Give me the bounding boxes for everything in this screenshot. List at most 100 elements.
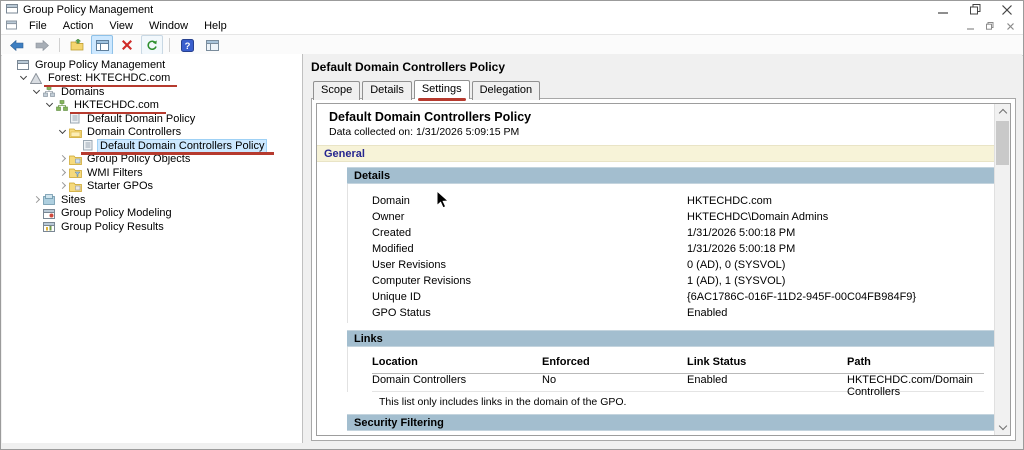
detail-label: GPO Status: [372, 307, 431, 319]
expander-open-icon[interactable]: [19, 73, 29, 83]
tree-item-label[interactable]: Group Policy Objects: [84, 153, 193, 165]
section-details[interactable]: Details: [347, 167, 994, 184]
detail-label: User Revisions: [372, 259, 446, 271]
export-list-icon[interactable]: [66, 35, 88, 55]
links-header: Link Status: [687, 356, 747, 368]
tree-row: Group Policy Management: [2, 58, 302, 72]
detail-label: Domain: [372, 195, 410, 207]
detail-value: HKTECHDC\Domain Admins: [687, 211, 829, 223]
folder-starter-icon: [68, 180, 82, 192]
console-child-icon: [6, 20, 17, 33]
section-general[interactable]: General: [317, 145, 994, 162]
tree-item-label[interactable]: Domain Controllers: [84, 126, 184, 138]
links-cell: Enabled: [687, 374, 728, 386]
menu-action[interactable]: Action: [55, 19, 102, 33]
menu-bar: File Action View Window Help: [1, 18, 1023, 35]
tree-item-label[interactable]: Sites: [58, 194, 88, 206]
section-security-filtering[interactable]: Security Filtering: [347, 414, 994, 431]
report-body: Default Domain Controllers Policy Data c…: [317, 104, 994, 435]
show-console-tree-icon[interactable]: [91, 35, 113, 55]
tree-row: Forest: HKTECHDC.com: [2, 72, 302, 88]
scroll-down-icon[interactable]: [995, 420, 1010, 435]
tree-row: WMI Filters: [2, 166, 302, 180]
expander-open-icon[interactable]: [32, 87, 42, 97]
close-button[interactable]: [991, 1, 1023, 18]
detail-row: GPO Status Enabled: [372, 307, 994, 323]
detail-label: Owner: [372, 211, 405, 223]
links-header: Enforced: [542, 356, 590, 368]
delete-icon[interactable]: [116, 35, 138, 55]
detail-label: Unique ID: [372, 291, 421, 303]
detail-value: HKTECHDC.com: [687, 195, 772, 207]
tab-scope[interactable]: Scope: [313, 81, 361, 100]
tree-row: HKTECHDC.com: [2, 99, 302, 115]
detail-row: Domain HKTECHDC.com: [372, 195, 994, 211]
tree-item-label[interactable]: Default Domain Controllers Policy: [80, 138, 275, 155]
menu-window[interactable]: Window: [141, 19, 196, 33]
child-restore-button[interactable]: [983, 20, 997, 32]
title-bar: Group Policy Management: [1, 1, 1023, 18]
tab-details[interactable]: Details: [362, 81, 412, 100]
toolbar: ?: [1, 35, 1023, 56]
restore-button[interactable]: [959, 1, 991, 18]
section-links[interactable]: Links: [347, 330, 994, 347]
child-close-button[interactable]: [1003, 20, 1017, 32]
back-icon[interactable]: [6, 35, 28, 55]
sites-icon: [42, 194, 56, 206]
results-icon: [42, 221, 56, 233]
tree-item-label[interactable]: Forest: HKTECHDC.com: [43, 72, 178, 88]
help-icon[interactable]: ?: [176, 35, 198, 55]
tree-item-label[interactable]: Starter GPOs: [84, 180, 156, 192]
detail-row: Computer Revisions 1 (AD), 1 (SYSVOL): [372, 275, 994, 291]
menu-view[interactable]: View: [101, 19, 141, 33]
expander-closed-icon[interactable]: [58, 168, 68, 178]
expander-closed-icon[interactable]: [58, 181, 68, 191]
links-cell: No: [542, 374, 557, 386]
tree-item-label[interactable]: Group Policy Results: [58, 221, 167, 233]
refresh-icon[interactable]: [141, 35, 163, 55]
scroll-up-icon[interactable]: [995, 104, 1010, 119]
minimize-button[interactable]: [927, 1, 959, 18]
tree-item-label[interactable]: WMI Filters: [84, 167, 146, 179]
tab-settings[interactable]: Settings: [413, 80, 470, 101]
detail-label: Created: [372, 227, 412, 239]
tree-item-label[interactable]: Domains: [58, 86, 107, 98]
app-icon: [6, 3, 18, 17]
child-minimize-button[interactable]: [963, 20, 977, 32]
new-window-icon[interactable]: [201, 35, 223, 55]
expander-closed-icon[interactable]: [32, 195, 42, 205]
main-area: Group Policy Management Forest: HKTECHDC.…: [2, 54, 1022, 443]
links-table: Location Enforced Link Status Path Domain Co…: [347, 347, 994, 398]
report-scrollbar[interactable]: [994, 104, 1010, 435]
expander-closed-icon[interactable]: [58, 154, 68, 164]
tree-item-label[interactable]: Group Policy Management: [32, 59, 168, 71]
tree-row: Starter GPOs: [2, 180, 302, 194]
tree-item-label[interactable]: Group Policy Modeling: [58, 207, 175, 219]
svg-text:?: ?: [184, 41, 190, 52]
detail-value: {6AC1786C-016F-11D2-945F-00C04FB984F9}: [687, 291, 917, 303]
expander-open-icon[interactable]: [58, 127, 68, 137]
settings-tab-content: Default Domain Controllers Policy Data c…: [311, 98, 1016, 441]
tree-item-label[interactable]: HKTECHDC.com: [70, 99, 166, 115]
forward-icon[interactable]: [31, 35, 53, 55]
links-data-row: Domain Controllers No Enabled HKTECHDC.com/…: [372, 374, 984, 398]
detail-value: Enabled: [687, 307, 728, 319]
links-cell: Domain Controllers: [372, 374, 467, 386]
tree-row: Default Domain Controllers Policy: [2, 138, 302, 155]
details-rows: Domain HKTECHDC.com Owner HKTECHDC\Domain A…: [347, 184, 994, 323]
scrollbar-thumb[interactable]: [996, 121, 1009, 165]
tree-item-label[interactable]: Default Domain Policy: [84, 113, 198, 125]
domain-icon: [55, 99, 69, 111]
detail-label: Modified: [372, 243, 414, 255]
menu-file[interactable]: File: [21, 19, 55, 33]
gpo-title: Default Domain Controllers Policy: [311, 60, 506, 74]
tab-strip: Scope Details Settings Delegation: [311, 80, 1016, 101]
menu-help[interactable]: Help: [196, 19, 235, 33]
folder-wmi-icon: [68, 167, 82, 179]
tab-delegation[interactable]: Delegation: [471, 81, 541, 100]
expander-open-icon[interactable]: [45, 100, 55, 110]
